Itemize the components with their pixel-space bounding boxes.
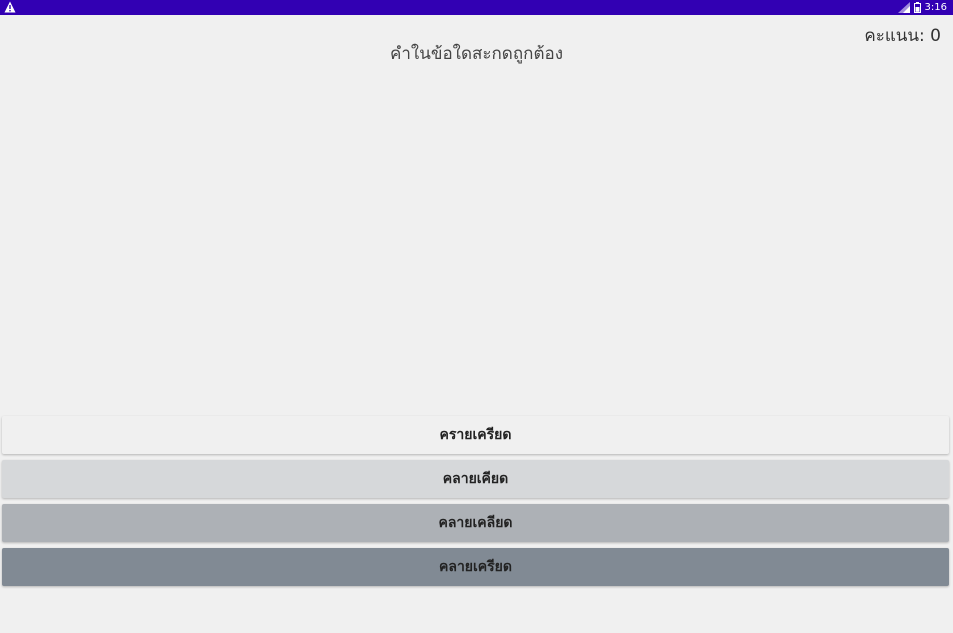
status-clock: 3:16 — [924, 2, 947, 13]
answer-button-3[interactable]: คลายเคลียด — [2, 504, 949, 542]
signal-icon — [897, 2, 910, 13]
answer-button-1[interactable]: ครายเครียด — [2, 416, 949, 454]
answer-button-4[interactable]: คลายเครียด — [2, 548, 949, 586]
answer-button-2[interactable]: คลายเคียด — [2, 460, 949, 498]
question-text: คำในข้อใดสะกดถูกต้อง — [390, 44, 563, 64]
status-icons: 3:16 — [897, 0, 947, 15]
battery-icon — [913, 2, 921, 13]
warning-triangle-icon — [4, 1, 16, 13]
answer-list: ครายเครียด คลายเคียด คลายเคลียด คลายเครี… — [2, 416, 949, 592]
status-bar: 3:16 — [0, 0, 953, 15]
